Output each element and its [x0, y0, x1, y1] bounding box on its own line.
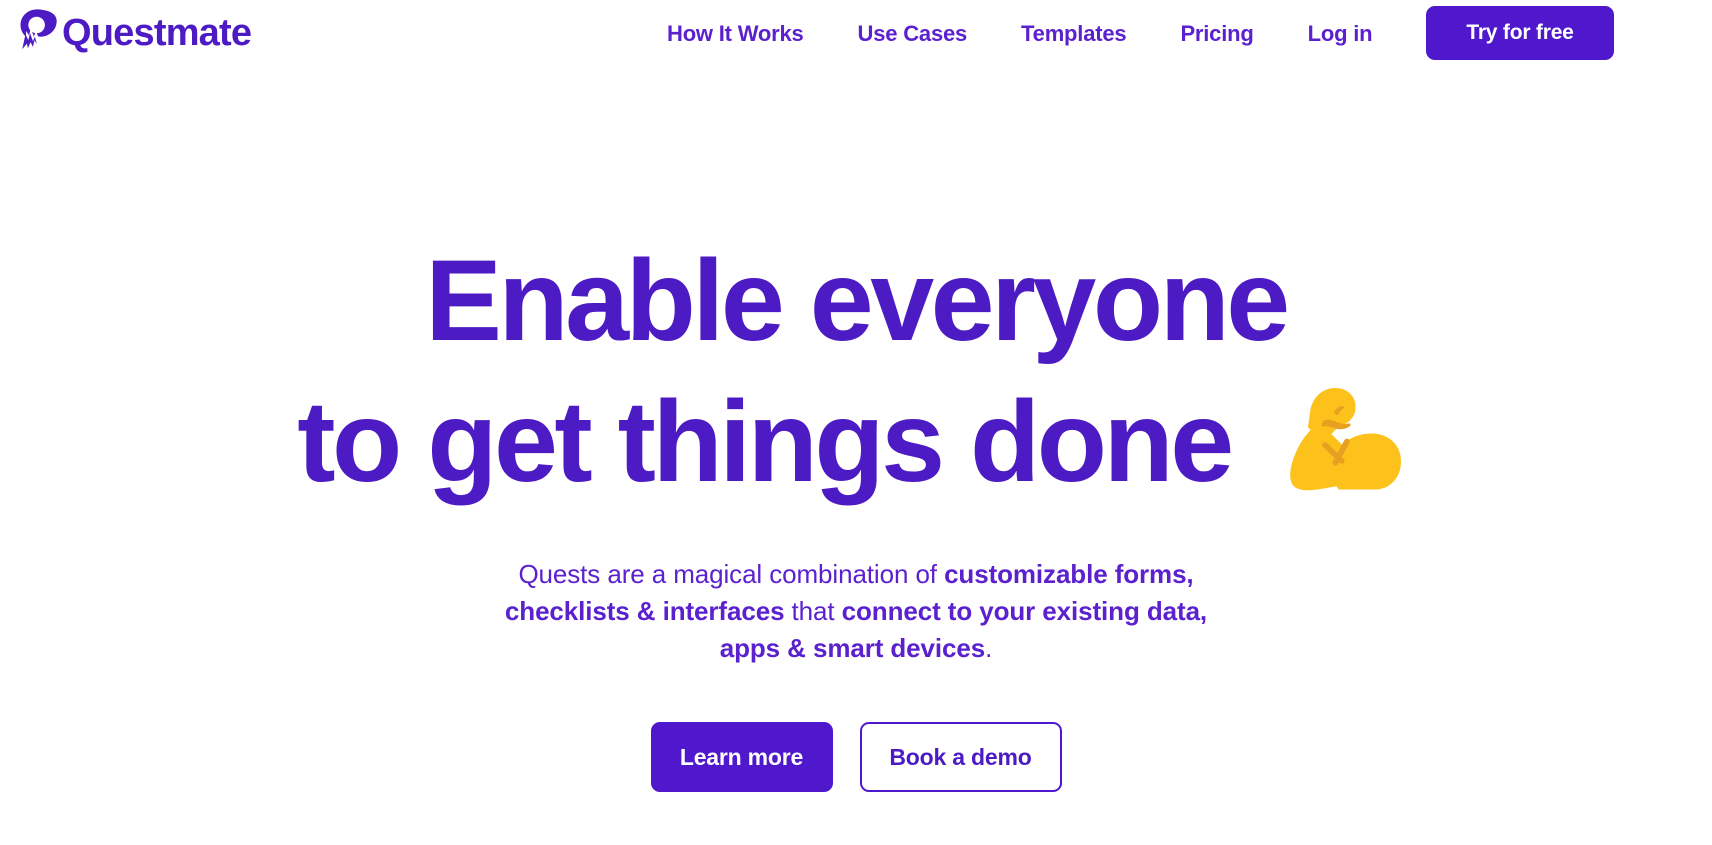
hero-section: Enable everyone to get things done Quest… — [0, 68, 1712, 845]
nav-how-it-works[interactable]: How It Works — [640, 21, 831, 47]
flexed-biceps-emoji — [1275, 373, 1403, 501]
hero-subheading: Quests are a magical combination of cust… — [476, 556, 1236, 667]
hero-cta-group: Learn more Book a demo — [650, 722, 1062, 793]
hero-title-line-1: Enable everyone — [425, 237, 1290, 365]
nav-use-cases[interactable]: Use Cases — [831, 21, 995, 47]
hero-sub-part-1: Quests are a magical combination of — [518, 558, 945, 589]
learn-more-button[interactable]: Learn more — [650, 722, 833, 793]
nav-log-in[interactable]: Log in — [1281, 21, 1400, 47]
hero-title: Enable everyone to get things done — [0, 237, 1712, 500]
nav-templates[interactable]: Templates — [994, 21, 1153, 47]
site-header: Questmate How It Works Use Cases Templat… — [0, 0, 1712, 68]
nav-pricing[interactable]: Pricing — [1153, 21, 1280, 47]
brand-logo-link[interactable]: Questmate — [14, 6, 253, 57]
hero-sub-part-2: that — [784, 595, 842, 626]
hero-sub-part-3: . — [985, 632, 993, 663]
brand-wordmark: Questmate — [62, 11, 252, 54]
main-navigation: How It Works Use Cases Templates Pricing… — [640, 0, 1399, 68]
questmate-q-flame-icon — [14, 6, 60, 57]
try-for-free-button[interactable]: Try for free — [1426, 6, 1614, 60]
hero-title-line-2: to get things done — [297, 377, 1234, 506]
landing-page: Questmate How It Works Use Cases Templat… — [0, 0, 1712, 845]
book-a-demo-button[interactable]: Book a demo — [859, 722, 1062, 793]
hero-title-line-2-wrap: to get things done — [0, 359, 1706, 500]
